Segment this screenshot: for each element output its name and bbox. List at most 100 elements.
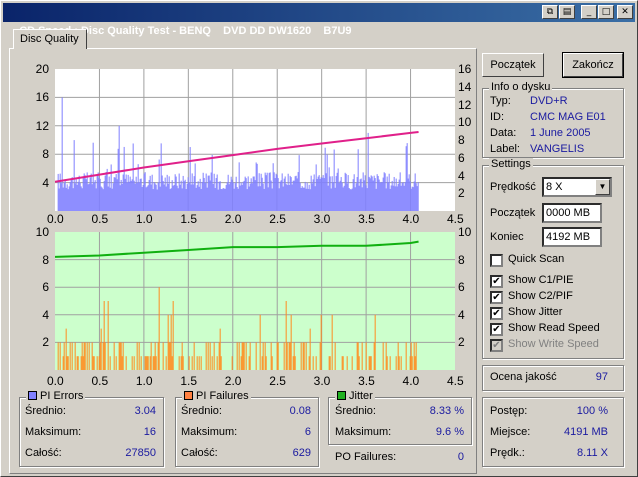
start-position-input[interactable]: 0000 MB (542, 203, 602, 223)
minimize-button[interactable]: _ (581, 5, 597, 19)
pi-errors-bar (192, 184, 194, 211)
pi-errors-bar (325, 173, 327, 211)
pi-errors-bar (271, 188, 273, 211)
pi-failures-bar (329, 356, 331, 370)
pi-failures-bar (138, 342, 140, 370)
pi-failures-bar (76, 356, 78, 370)
pi-errors-bar (219, 181, 221, 211)
pi-errors-bar (405, 146, 407, 211)
pi-errors-bar (99, 178, 101, 211)
pi-failures-bar (276, 342, 278, 370)
pi-errors-bar (129, 176, 131, 211)
pi-failures-bar (415, 342, 417, 370)
pi-errors-bar (145, 187, 147, 211)
pi-failures-bar (99, 342, 101, 370)
x-axis-tick: 2.0 (224, 374, 242, 388)
pi-errors-bar (278, 188, 280, 211)
pi-failures-bar (83, 342, 85, 370)
pi-errors-bar (175, 176, 177, 211)
show-c1-checkbox[interactable]: ✔ (490, 275, 503, 288)
show-read-speed-checkbox[interactable]: ✔ (490, 323, 503, 336)
pi-errors-bar (173, 184, 175, 211)
pi-errors-bar (239, 185, 241, 211)
pi-errors-bar (396, 186, 398, 211)
quick-scan-checkbox[interactable] (490, 254, 503, 267)
pi-failures-bar (77, 356, 79, 370)
pi-errors-bar (110, 164, 112, 211)
pi-failures-bar (309, 328, 311, 370)
pi-failures-bar (365, 342, 367, 370)
jitter-title: Jitter (349, 390, 373, 402)
jitter-line (54, 240, 419, 258)
pi-errors-bar (246, 189, 248, 211)
x-axis-tick: 4.0 (402, 374, 420, 388)
pi-errors-bar (234, 183, 236, 211)
pi-errors-bar (401, 182, 403, 211)
pi-errors-bar (168, 176, 170, 211)
pi-errors-bar (362, 172, 364, 211)
pi-failures-bar (218, 342, 220, 370)
pi-errors-bar (229, 182, 231, 211)
pi-errors-bar (297, 172, 299, 211)
pi-errors-bar (309, 189, 311, 211)
y2-axis-tick: 8 (458, 252, 465, 267)
pi-errors-bar (335, 176, 337, 211)
pi-errors-bar (200, 188, 202, 211)
pi-failures-bar (84, 342, 86, 370)
pi-errors-bar (57, 173, 59, 211)
pi-errors-bar (332, 182, 334, 211)
speed-select[interactable]: 8 X ▼ (542, 177, 612, 197)
pi-errors-bar (326, 154, 328, 211)
pi-errors-bar (114, 177, 116, 211)
pi-errors-bar (355, 183, 357, 211)
pi-failures-bar (255, 342, 257, 370)
pi-failures-bar (59, 342, 61, 370)
save-icon[interactable]: ▤ (559, 5, 575, 19)
pi-errors-title: PI Errors (40, 390, 84, 402)
show-write-speed-label: Show Write Speed (508, 338, 599, 350)
pi-errors-bar (256, 163, 258, 211)
close-button[interactable]: ✕ (617, 5, 633, 19)
pi-errors-bar (106, 168, 108, 211)
pi-failures-bar (259, 314, 261, 370)
pi-failures-bar (242, 342, 244, 370)
pi-failures-bar (198, 356, 200, 370)
pi-errors-bar (113, 177, 115, 211)
show-jitter-checkbox[interactable]: ✔ (490, 307, 503, 320)
pi-errors-bar (210, 172, 212, 211)
chevron-down-icon[interactable]: ▼ (595, 179, 610, 195)
pi-errors-bar (176, 185, 178, 211)
maximize-button[interactable]: □ (598, 5, 614, 19)
end-position-input[interactable]: 4192 MB (542, 227, 602, 247)
pi-errors-bar (268, 172, 270, 211)
show-c2-checkbox[interactable]: ✔ (490, 291, 503, 304)
pi-failures-bar (178, 356, 180, 370)
x-axis-tick: 2.0 (224, 212, 242, 226)
pi-errors-bar (391, 180, 393, 211)
pi-errors-bar (281, 173, 283, 211)
pi-failures-bar (211, 356, 213, 370)
pi-failures-bar (410, 342, 412, 370)
pi-failures-bar (69, 342, 71, 370)
pi-failures-bar (67, 356, 69, 370)
end-button[interactable]: Zakończ (562, 52, 624, 78)
pi-errors-bar (276, 174, 278, 211)
pi-errors-bar (179, 184, 181, 211)
pi-failures-color-swatch (184, 391, 193, 400)
pi-errors-bar (305, 188, 307, 211)
pi-failures-bar (133, 356, 135, 370)
pi-errors-bar (230, 176, 232, 211)
pi-errors-bar (227, 174, 229, 211)
pi-errors-bar (213, 173, 215, 211)
pi-errors-bar (164, 177, 166, 211)
tab-disc-quality[interactable]: Disc Quality (13, 29, 87, 49)
pi-failures-bar (131, 356, 133, 370)
pi-errors-bar (330, 188, 332, 211)
pi-failures-bar (182, 356, 184, 370)
pi-failures-bar (283, 342, 285, 370)
restore-icon[interactable]: ⧉ (542, 5, 558, 19)
pi-errors-bar (183, 181, 185, 211)
pi-errors-bar (64, 180, 66, 211)
start-button[interactable]: Początek (482, 53, 544, 77)
pi-failures-bar (320, 314, 322, 370)
